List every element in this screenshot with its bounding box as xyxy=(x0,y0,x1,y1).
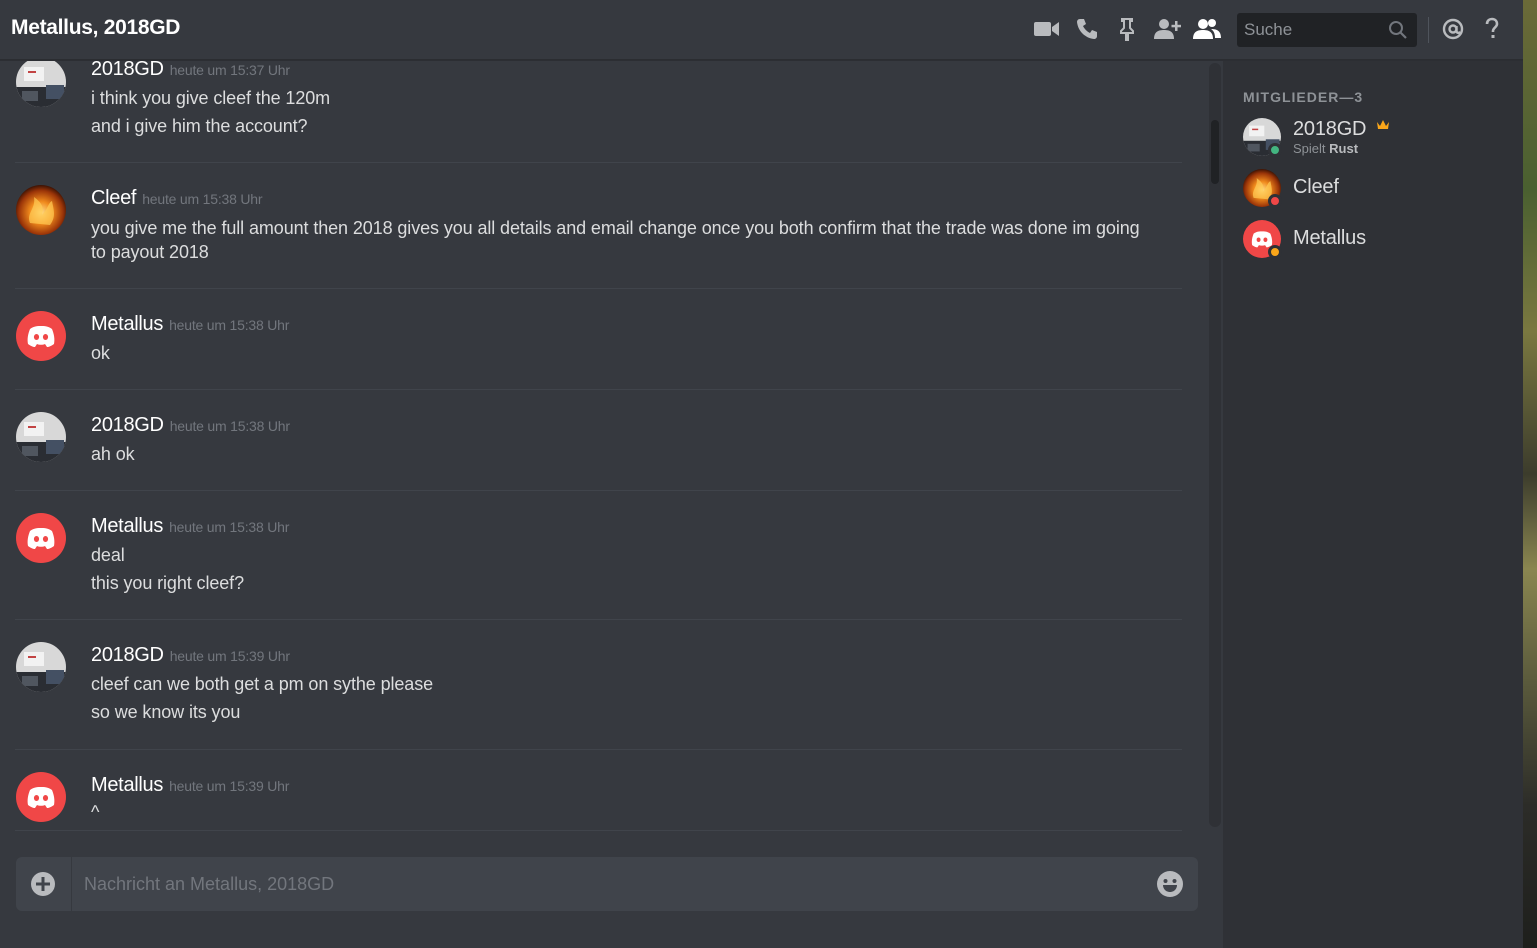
author-name[interactable]: 2018GD xyxy=(91,644,164,666)
message-author[interactable]: Cleef heute um 15:38 Uhr xyxy=(91,187,263,210)
message-text: to payout 2018 xyxy=(91,242,209,262)
message-author[interactable]: 2018GD heute um 15:37 Uhr xyxy=(91,61,290,81)
member-name: 2018GD xyxy=(1293,118,1390,141)
message-timestamp: heute um 15:39 Uhr xyxy=(169,648,290,664)
search-box[interactable] xyxy=(1237,13,1417,47)
message-author[interactable]: 2018GD heute um 15:39 Uhr xyxy=(91,644,290,667)
message-timestamp: heute um 15:38 Uhr xyxy=(169,418,290,434)
member-list-panel: MITGLIEDER—3 2018GD Spielt Rust Cleef Me… xyxy=(1223,61,1523,948)
message-composer xyxy=(16,857,1198,911)
activity-game: Rust xyxy=(1329,141,1359,156)
author-name[interactable]: Metallus xyxy=(91,774,163,796)
screenshot-avatar[interactable] xyxy=(16,61,66,107)
message-timestamp: heute um 15:39 Uhr xyxy=(169,778,290,794)
screenshot-avatar[interactable] xyxy=(16,642,66,692)
message-text: ah ok xyxy=(91,444,135,464)
member-count-header: MITGLIEDER—3 xyxy=(1243,89,1364,105)
message-author[interactable]: Metallus heute um 15:38 Uhr xyxy=(91,313,289,336)
plus-circle-icon xyxy=(31,872,55,896)
message-text: and i give him the account? xyxy=(91,116,308,136)
discord-default-avatar[interactable] xyxy=(16,772,66,822)
member-item[interactable]: 2018GD Spielt Rust xyxy=(1243,118,1513,162)
message-text: so we know its you xyxy=(91,702,241,722)
message-text: i think you give cleef the 120m xyxy=(91,88,331,108)
author-name[interactable]: 2018GD xyxy=(91,414,164,436)
message-timestamp: heute um 15:38 Uhr xyxy=(142,191,263,207)
help-icon[interactable] xyxy=(1477,14,1507,44)
message: Metallus heute um 15:38 Uhr deal this you… xyxy=(0,491,1182,620)
message-text: ok xyxy=(91,343,110,363)
message-text: this you right cleef? xyxy=(91,573,244,593)
member-name: Metallus xyxy=(1293,227,1366,249)
member-item[interactable]: Metallus xyxy=(1243,220,1513,264)
mentions-icon[interactable] xyxy=(1438,14,1468,44)
message-timestamp: heute um 15:37 Uhr xyxy=(169,62,290,78)
author-name[interactable]: 2018GD xyxy=(91,61,164,80)
composer-divider xyxy=(71,857,72,911)
video-call-icon[interactable] xyxy=(1032,14,1062,44)
channel-header: Metallus, 2018GD xyxy=(0,0,1523,60)
message-input[interactable] xyxy=(84,857,1144,911)
message: Metallus heute um 15:38 Uhr ok xyxy=(0,289,1182,390)
pin-icon[interactable] xyxy=(1112,14,1142,44)
status-dnd-indicator xyxy=(1268,194,1282,208)
author-name[interactable]: Cleef xyxy=(91,187,137,209)
discord-default-avatar[interactable] xyxy=(16,513,66,563)
scrollbar-thumb[interactable] xyxy=(1211,120,1219,184)
author-name[interactable]: Metallus xyxy=(91,515,163,537)
search-input[interactable] xyxy=(1237,13,1387,47)
header-divider xyxy=(1428,17,1429,43)
screenshot-avatar[interactable] xyxy=(16,412,66,462)
message-author[interactable]: 2018GD heute um 15:38 Uhr xyxy=(91,414,290,437)
message: Metallus heute um 15:39 Uhr ^ xyxy=(0,750,1182,831)
member-list-icon[interactable] xyxy=(1192,14,1222,44)
crown-icon xyxy=(1376,120,1389,129)
message-text: you give me the full amount then 2018 gi… xyxy=(91,218,1140,238)
member-name: Cleef xyxy=(1293,176,1339,198)
status-online-indicator xyxy=(1268,143,1282,157)
message: 2018GD heute um 15:39 Uhr cleef can we bo… xyxy=(0,620,1182,750)
message-text: deal xyxy=(91,545,125,565)
message-author[interactable]: Metallus heute um 15:39 Uhr xyxy=(91,774,289,797)
message-divider xyxy=(15,830,1182,831)
member-name-text: 2018GD xyxy=(1293,118,1367,140)
smiley-icon xyxy=(1157,871,1183,897)
message-timestamp: heute um 15:38 Uhr xyxy=(169,317,290,333)
voice-call-icon[interactable] xyxy=(1072,14,1102,44)
message: Cleef heute um 15:38 Uhr you give me the … xyxy=(0,163,1182,289)
author-name[interactable]: Metallus xyxy=(91,313,163,335)
status-idle-indicator xyxy=(1268,245,1282,259)
channel-title: Metallus, 2018GD xyxy=(11,16,181,39)
emoji-button[interactable] xyxy=(1156,870,1184,898)
message-text: ^ xyxy=(91,802,100,822)
fire-avatar[interactable] xyxy=(16,185,66,235)
message-timestamp: heute um 15:38 Uhr xyxy=(169,519,290,535)
message: 2018GD heute um 15:37 Uhr i think you giv… xyxy=(0,61,1182,163)
discord-default-avatar[interactable] xyxy=(16,311,66,361)
message-list[interactable]: 2018GD heute um 15:37 Uhr i think you giv… xyxy=(0,61,1205,831)
message: 2018GD heute um 15:38 Uhr ah ok xyxy=(0,390,1182,491)
upload-button[interactable] xyxy=(30,871,56,897)
app-window: Metallus, 2018GD Suche 2018GD heute um 1… xyxy=(0,0,1537,948)
message-author[interactable]: Metallus heute um 15:38 Uhr xyxy=(91,515,289,538)
member-item[interactable]: Cleef xyxy=(1243,169,1513,213)
message-text: cleef can we both get a pm on sythe plea… xyxy=(91,674,434,694)
background-window-edge xyxy=(1523,0,1537,948)
member-activity: Spielt Rust xyxy=(1293,141,1358,156)
activity-prefix: Spielt xyxy=(1293,141,1326,156)
search-icon xyxy=(1389,21,1407,39)
add-friend-icon[interactable] xyxy=(1152,14,1182,44)
